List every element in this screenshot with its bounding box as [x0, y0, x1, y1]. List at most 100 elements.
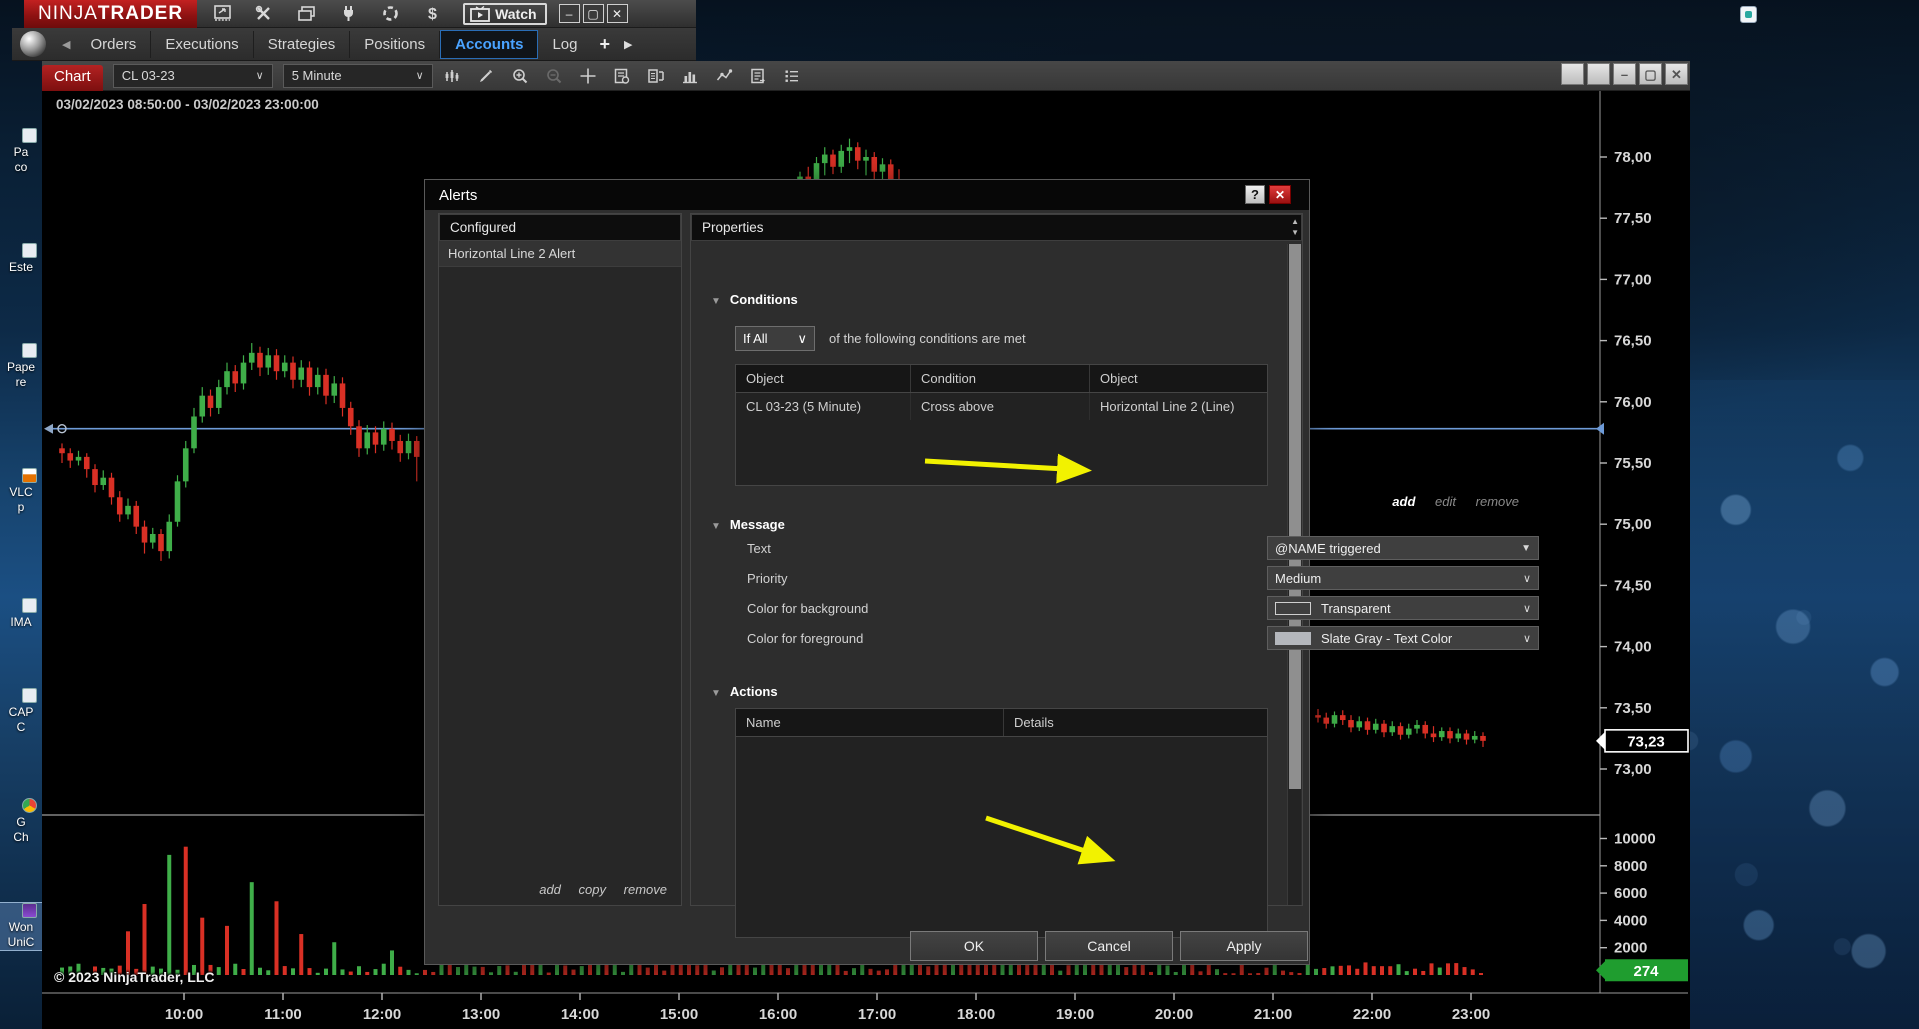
- condition-match-selector[interactable]: If All∨: [735, 326, 815, 351]
- priority-combo[interactable]: Medium∨: [1267, 566, 1539, 590]
- volume-bar: [167, 855, 171, 975]
- dollar-icon[interactable]: $: [415, 3, 449, 25]
- chart-trader-icon[interactable]: [641, 64, 671, 88]
- watch-button[interactable]: Watch: [463, 3, 546, 25]
- candle-body: [191, 416, 197, 448]
- condition-add-link[interactable]: add: [1392, 494, 1415, 509]
- zoom-out-icon[interactable]: [539, 64, 569, 88]
- volume-bar: [308, 968, 312, 975]
- alerts-dialog-titlebar[interactable]: Alerts: [425, 180, 1309, 210]
- interval-selector[interactable]: 5 Minute∨: [283, 64, 433, 88]
- maximize-button[interactable]: ▢: [583, 4, 604, 23]
- condition-edit-link[interactable]: edit: [1435, 494, 1456, 509]
- chart-maximize-button[interactable]: ▢: [1639, 63, 1662, 85]
- apply-button[interactable]: Apply: [1180, 931, 1308, 961]
- col-object2[interactable]: Object: [1090, 365, 1269, 392]
- windows-icon[interactable]: [289, 3, 323, 25]
- configured-add-link[interactable]: add: [539, 882, 561, 897]
- desktop-icon[interactable]: CAPC: [0, 688, 42, 735]
- help-button[interactable]: ?: [1245, 185, 1265, 204]
- close-button[interactable]: ✕: [607, 4, 628, 23]
- volume-bar: [1116, 964, 1120, 975]
- message-section-header[interactable]: ▼Message: [711, 517, 785, 532]
- chart-close-button[interactable]: ✕: [1665, 63, 1688, 85]
- candle-body: [389, 429, 395, 441]
- scrollbar-thumb[interactable]: [1289, 244, 1301, 789]
- configured-remove-link[interactable]: remove: [624, 882, 667, 897]
- data-box-icon[interactable]: [607, 64, 637, 88]
- tools-icon[interactable]: [247, 3, 281, 25]
- desktop-icon[interactable]: GCh: [0, 798, 42, 845]
- chart-style-icon[interactable]: [437, 64, 467, 88]
- tab-accounts[interactable]: Accounts: [440, 30, 538, 59]
- add-tab-button[interactable]: +: [591, 34, 618, 55]
- actions-table[interactable]: Name Details: [735, 708, 1268, 938]
- message-text-combo[interactable]: @NAME triggered▼: [1267, 536, 1539, 560]
- desktop-shortcut-icon[interactable]: [1740, 6, 1757, 23]
- conditions-section-header[interactable]: ▼Conditions: [711, 292, 798, 307]
- actions-section-header[interactable]: ▼Actions: [711, 684, 778, 699]
- condition-target: Horizontal Line 2 (Line): [1090, 393, 1269, 420]
- volume-bar: [563, 965, 567, 975]
- tab-strategies[interactable]: Strategies: [254, 31, 351, 58]
- chart-window-tab[interactable]: Chart: [42, 65, 103, 91]
- desktop-icon[interactable]: VLCp: [0, 468, 42, 515]
- tab-positions[interactable]: Positions: [350, 31, 440, 58]
- minimize-button[interactable]: –: [559, 4, 580, 23]
- col-details[interactable]: Details: [1004, 709, 1269, 736]
- ok-button[interactable]: OK: [910, 931, 1038, 961]
- scroll-down-icon[interactable]: ▼: [1291, 227, 1299, 238]
- desktop-icon[interactable]: Papere: [0, 343, 42, 390]
- volume-bar: [390, 950, 394, 975]
- candle-body: [1373, 724, 1379, 730]
- col-name[interactable]: Name: [736, 709, 1004, 736]
- conditions-table[interactable]: Object Condition Object CL 03-23 (5 Minu…: [735, 364, 1268, 486]
- workspace-icon[interactable]: [205, 3, 239, 25]
- desktop-icon[interactable]: WonUniC: [0, 903, 42, 950]
- tabs-scroll-right-icon[interactable]: ▶: [618, 38, 638, 51]
- fg-color-combo[interactable]: Slate Gray - Text Color∨: [1267, 626, 1539, 650]
- volume-bar: [605, 964, 609, 975]
- col-object[interactable]: Object: [736, 365, 911, 392]
- volume-bar: [869, 969, 873, 975]
- tab-orders[interactable]: Orders: [76, 31, 151, 58]
- candle-body: [1447, 731, 1453, 738]
- volume-bar: [225, 926, 229, 975]
- candle-body: [340, 383, 346, 407]
- volume-bar: [1174, 972, 1178, 975]
- configured-copy-link[interactable]: copy: [579, 882, 606, 897]
- bg-color-combo[interactable]: Transparent∨: [1267, 596, 1539, 620]
- cancel-button[interactable]: Cancel: [1045, 931, 1173, 961]
- instrument-value: CL 03-23: [122, 68, 175, 83]
- panel-button-1[interactable]: [1561, 63, 1584, 85]
- chart-minimize-button[interactable]: –: [1613, 63, 1636, 85]
- properties-scroll-arrows[interactable]: ▲▼: [1291, 216, 1299, 238]
- dialog-close-icon[interactable]: ✕: [1269, 185, 1291, 204]
- volume-bar: [877, 971, 881, 975]
- instrument-selector[interactable]: CL 03-23∨: [113, 64, 273, 88]
- scroll-up-icon[interactable]: ▲: [1291, 216, 1299, 227]
- drawing-tools-icon[interactable]: [709, 64, 739, 88]
- tab-log[interactable]: Log: [538, 31, 591, 58]
- draw-icon[interactable]: [471, 64, 501, 88]
- desktop-icon[interactable]: IMA: [0, 598, 42, 630]
- connections-icon[interactable]: [331, 3, 365, 25]
- configured-alert-item[interactable]: Horizontal Line 2 Alert: [439, 241, 681, 267]
- candle-body: [1340, 715, 1346, 720]
- desktop-icon[interactable]: Este: [0, 243, 42, 275]
- tab-executions[interactable]: Executions: [151, 31, 253, 58]
- panel-button-2[interactable]: [1587, 63, 1610, 85]
- crosshair-icon[interactable]: [573, 64, 603, 88]
- tabs-scroll-left-icon[interactable]: ◀: [56, 38, 76, 51]
- condition-remove-link[interactable]: remove: [1476, 494, 1519, 509]
- zoom-in-icon[interactable]: [505, 64, 535, 88]
- data-series-icon[interactable]: [777, 64, 807, 88]
- properties-icon[interactable]: [743, 64, 773, 88]
- volume-bar: [374, 969, 378, 975]
- col-condition[interactable]: Condition: [911, 365, 1090, 392]
- indicators-icon[interactable]: [675, 64, 705, 88]
- desktop-icon[interactable]: Paco: [0, 128, 42, 175]
- condition-row[interactable]: CL 03-23 (5 Minute) Cross above Horizont…: [736, 393, 1267, 420]
- volume-bar: [753, 968, 757, 975]
- refresh-icon[interactable]: [373, 3, 407, 25]
